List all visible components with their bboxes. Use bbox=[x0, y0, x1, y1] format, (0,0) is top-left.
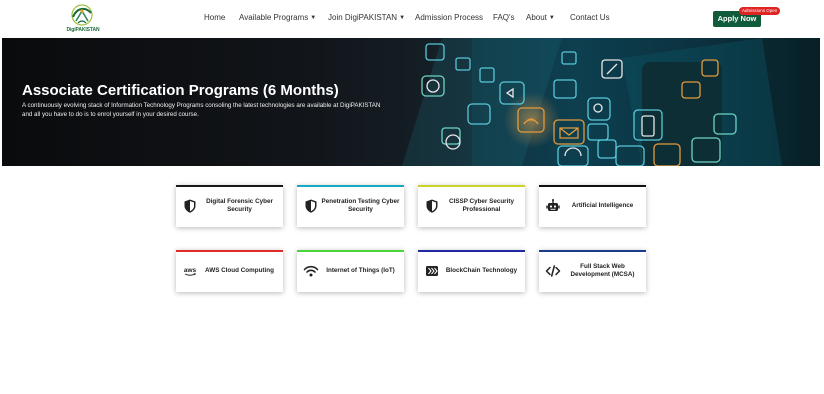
nav-faqs-label: FAQ's bbox=[493, 13, 515, 22]
shield-icon bbox=[424, 198, 440, 214]
nav-contact-us[interactable]: Contact Us bbox=[570, 13, 610, 22]
program-title: Internet of Things (IoT) bbox=[326, 266, 395, 274]
wifi-icon bbox=[303, 263, 319, 279]
program-title: Digital Forensic Cyber Security bbox=[206, 197, 273, 214]
program-title: Artificial Intelligence bbox=[571, 201, 634, 209]
admissions-open-badge: Admissions Open bbox=[739, 7, 781, 15]
nav-admission-label: Admission Process bbox=[415, 13, 484, 22]
nav-contact-label: Contact Us bbox=[570, 13, 610, 22]
svg-text:aws: aws bbox=[184, 267, 197, 274]
nav-home-label: Home bbox=[204, 13, 226, 22]
blockchain-icon bbox=[424, 263, 440, 279]
hero-title: Associate Certification Programs (6 Mont… bbox=[22, 82, 339, 99]
program-title: Full Stack Web Development (MCSA) bbox=[570, 262, 635, 279]
code-icon bbox=[545, 263, 561, 279]
hero-banner: Associate Certification Programs (6 Mont… bbox=[2, 38, 820, 166]
program-card[interactable]: Artificial Intelligence bbox=[539, 185, 646, 227]
program-title: Penetration Testing Cyber Security bbox=[321, 197, 400, 214]
chevron-down-icon: ▼ bbox=[548, 15, 555, 21]
nav-join-label: Join DigiPAKISTAN bbox=[328, 13, 398, 22]
nav-available-programs-label: Available Programs bbox=[239, 13, 309, 22]
site-header: DigiPAKISTAN Home Available Programs ▼ Jo… bbox=[0, 0, 824, 38]
program-title: AWS Cloud Computing bbox=[205, 266, 274, 274]
nav-about-label: About bbox=[526, 13, 547, 22]
robot-icon bbox=[545, 198, 561, 214]
nav-available-programs[interactable]: Available Programs ▼ bbox=[239, 13, 316, 22]
program-card[interactable]: Penetration Testing Cyber Security bbox=[297, 185, 404, 227]
program-card[interactable]: aws AWS Cloud Computing bbox=[176, 250, 283, 292]
page: DigiPAKISTAN Home Available Programs ▼ Jo… bbox=[0, 0, 824, 394]
program-card[interactable]: Digital Forensic Cyber Security bbox=[176, 185, 283, 227]
hero-description: A continuously evolving stack of Informa… bbox=[22, 102, 381, 118]
program-card[interactable]: Full Stack Web Development (MCSA) bbox=[539, 250, 646, 292]
program-card[interactable]: BlockChain Technology bbox=[418, 250, 525, 292]
aws-icon: aws bbox=[182, 263, 198, 279]
nav-join[interactable]: Join DigiPAKISTAN ▼ bbox=[328, 13, 405, 22]
nav-about[interactable]: About ▼ bbox=[526, 13, 555, 22]
program-card[interactable]: Internet of Things (IoT) bbox=[297, 250, 404, 292]
program-card[interactable]: CISSP Cyber Security Professional bbox=[418, 185, 525, 227]
nav-admission-process[interactable]: Admission Process bbox=[415, 13, 483, 22]
chevron-down-icon: ▼ bbox=[310, 15, 317, 21]
shield-icon bbox=[303, 198, 319, 214]
nav-home[interactable]: Home bbox=[204, 13, 225, 22]
program-title: CISSP Cyber Security Professional bbox=[449, 197, 514, 214]
program-title: BlockChain Technology bbox=[445, 266, 518, 274]
nav-faqs[interactable]: FAQ's bbox=[493, 13, 515, 22]
shield-icon bbox=[182, 198, 198, 214]
chevron-down-icon: ▼ bbox=[399, 15, 406, 21]
logo-text: DigiPAKISTAN bbox=[66, 27, 100, 33]
